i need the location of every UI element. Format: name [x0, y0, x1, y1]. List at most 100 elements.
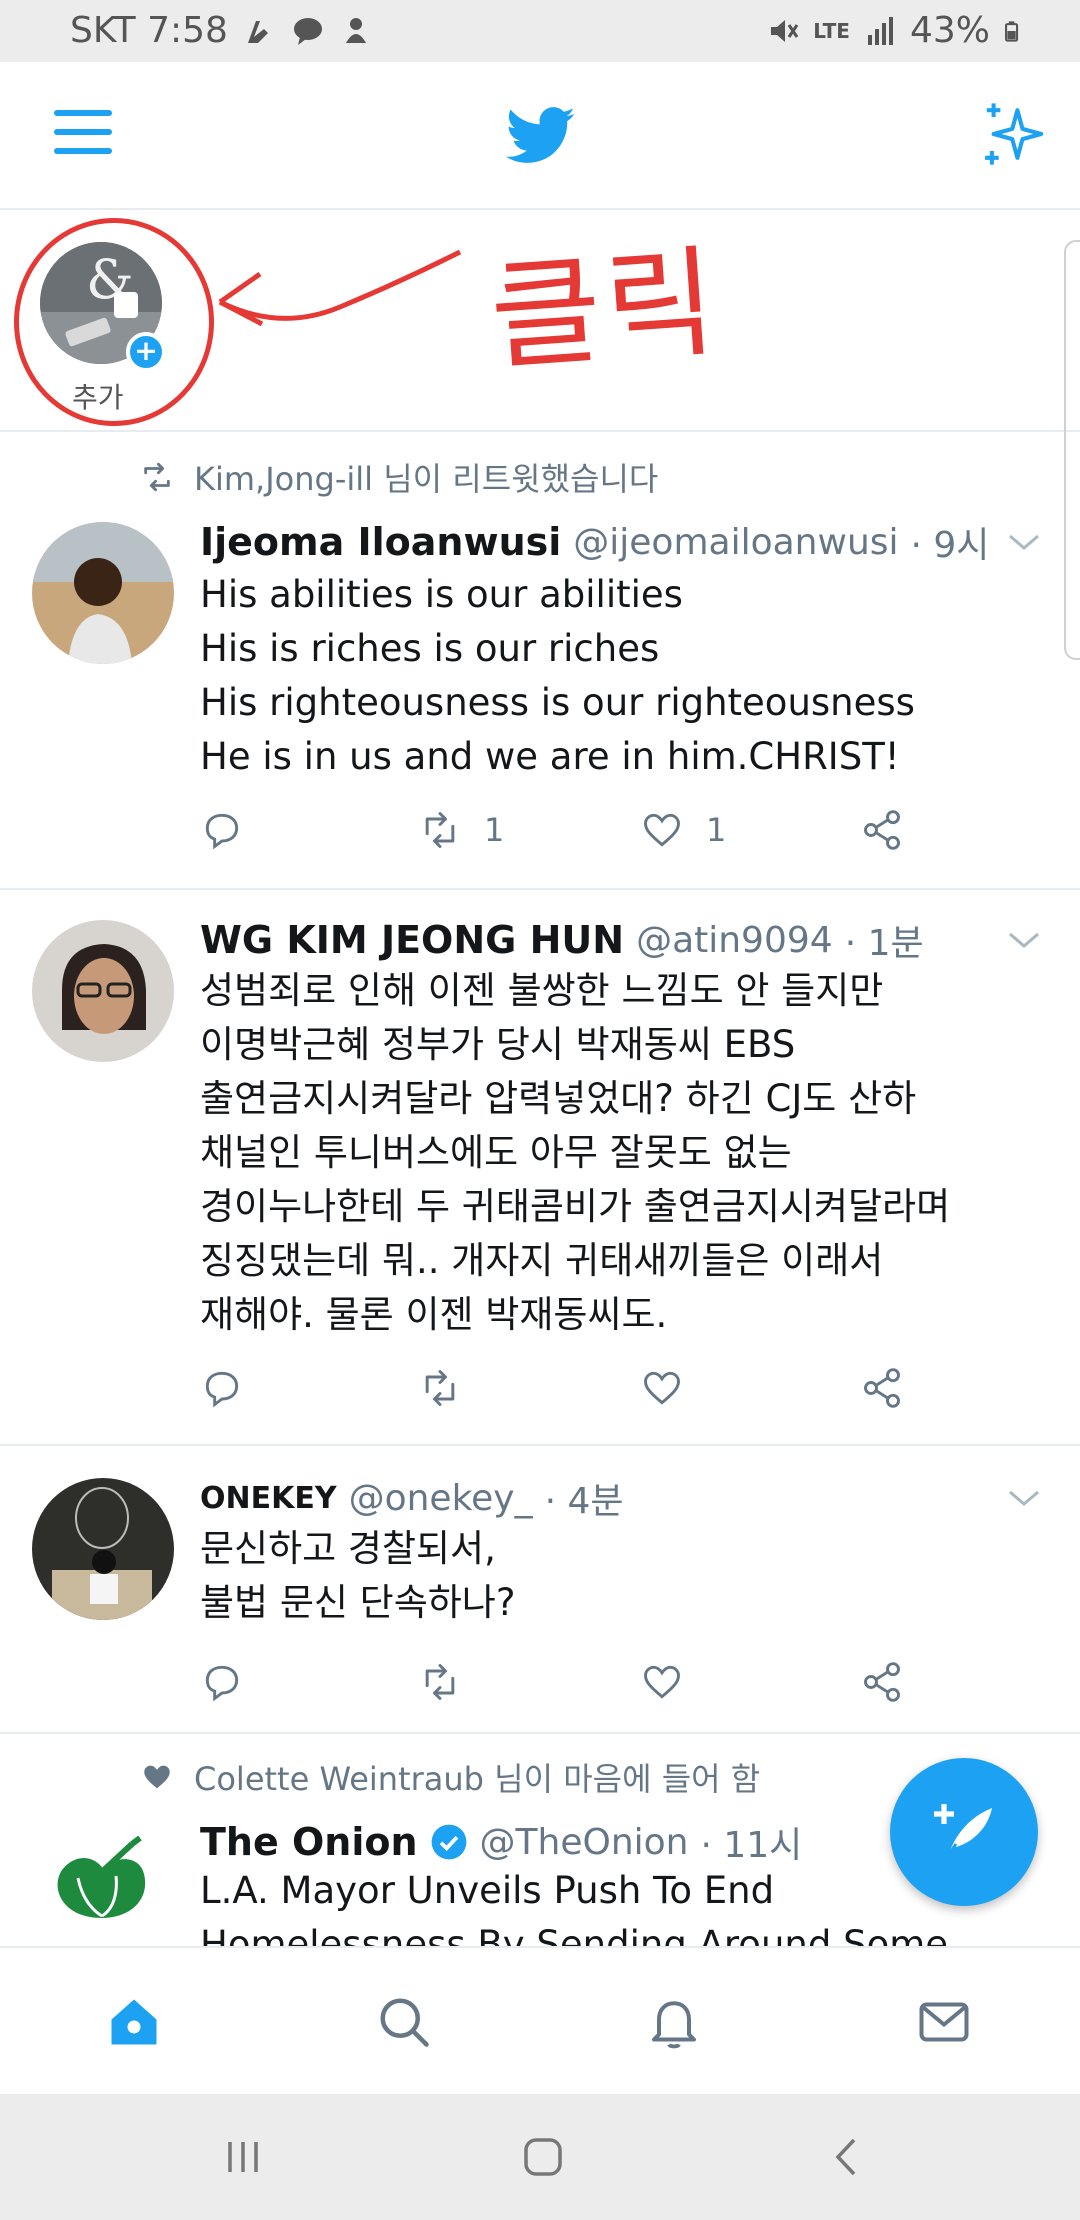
reply-button[interactable] [200, 1660, 244, 1704]
retweet-button[interactable] [418, 1660, 462, 1704]
social-context: Colette Weintraub 님이 마음에 들어 함 [140, 1754, 760, 1800]
tweet-header: ONEKEY @onekey_ · 4분 [200, 1472, 1040, 1524]
search-icon [380, 1998, 429, 2047]
avatar[interactable] [32, 1818, 174, 1946]
author-handle[interactable]: @onekey_ [349, 1478, 533, 1519]
heart-filled-icon [144, 1765, 170, 1789]
tweet-line: 불법 문신 단속하나? [200, 1581, 516, 1624]
compose-quill-icon [934, 1804, 992, 1859]
annotation-text: 클릭 [486, 233, 725, 388]
network-type: LTE [813, 18, 850, 43]
nav-messages[interactable] [914, 1992, 974, 2052]
mute-icon [771, 19, 799, 42]
notification-icon [247, 20, 268, 43]
twitter-logo-icon [506, 107, 575, 163]
like-count: 1 [706, 811, 727, 849]
retweet-count: 1 [484, 811, 505, 849]
tweet-line: 출연금지시켜달라 압력넣었대? 하긴 CJ도 산하 [200, 1077, 917, 1120]
author-handle[interactable]: @atin9094 [636, 920, 833, 961]
tweet-time: · 1분 [844, 923, 924, 964]
share-icon [864, 1368, 900, 1408]
heart-icon [644, 1665, 680, 1699]
avatar[interactable] [32, 920, 174, 1062]
verified-badge-icon [431, 1824, 466, 1860]
tweet-line: 채널인 투니버스에도 아무 잘못도 없는 [200, 1131, 792, 1174]
author-handle[interactable]: @ijeomailoanwusi [573, 522, 898, 563]
app-notification-icon [345, 17, 366, 43]
reply-icon [205, 813, 239, 850]
nav-home[interactable] [104, 1992, 164, 2052]
retweet-icon [425, 812, 455, 848]
social-context-text: Colette Weintraub 님이 마음에 들어 함 [194, 1760, 761, 1798]
compose-tweet-button[interactable] [890, 1758, 1038, 1906]
fleets-row: & + 추가 클릭 [0, 212, 1080, 432]
tweet-card[interactable]: ONEKEY @onekey_ · 4분 문신하고 경찰되서, 불법 문신 단속… [0, 1446, 1080, 1734]
tweet-time: · 11시 [700, 1825, 803, 1866]
social-context: Kim,Jong-ill 님이 리트윗했습니다 [140, 454, 658, 500]
share-button[interactable] [860, 1366, 904, 1410]
avatar[interactable] [32, 522, 174, 664]
tweet-line: He is in us and we are in him.CHRIST! [200, 735, 900, 778]
chevron-down-icon[interactable] [1004, 926, 1044, 954]
mail-icon [919, 2002, 969, 2042]
share-button[interactable] [860, 1660, 904, 1704]
like-button[interactable] [640, 1660, 684, 1704]
menu-icon[interactable] [54, 110, 112, 160]
like-button[interactable]: 1 [640, 808, 726, 852]
tweet-card[interactable]: WG KIM JEONG HUN @atin9094 · 1분 성범죄로 인해 … [0, 890, 1080, 1446]
author-name[interactable]: WG KIM JEONG HUN [200, 918, 624, 962]
sparkle-icon[interactable] [980, 100, 1048, 168]
reply-icon [205, 1665, 239, 1702]
tweet-card[interactable]: Kim,Jong-ill 님이 리트윗했습니다 Ijeoma Iloanwusi… [0, 434, 1080, 890]
avatar-image [32, 1478, 174, 1620]
avatar-image [32, 522, 174, 664]
tweet-line: 문신하고 경찰되서, [200, 1527, 496, 1570]
share-icon [864, 810, 900, 850]
chevron-down-icon[interactable] [1004, 528, 1044, 556]
status-bar: SKT 7:58 LTE 43% [0, 0, 1080, 62]
retweet-button[interactable]: 1 [418, 808, 504, 852]
share-button[interactable] [860, 808, 904, 852]
tweet-text: 성범죄로 인해 이젠 불쌍한 느낌도 안 들지만 이명박근혜 정부가 당시 박재… [200, 964, 1040, 1342]
share-icon [864, 1662, 900, 1702]
nav-notifications[interactable] [644, 1992, 704, 2052]
home-button-icon[interactable] [518, 2132, 568, 2182]
reply-button[interactable] [200, 808, 244, 852]
chevron-down-icon[interactable] [1004, 1484, 1044, 1512]
nav-search[interactable] [374, 1992, 434, 2052]
battery-percent: 43% [909, 10, 990, 51]
tweet-text: 문신하고 경찰되서, 불법 문신 단속하나? [200, 1522, 1040, 1630]
reply-button[interactable] [200, 1366, 244, 1410]
signal-icon [867, 16, 893, 45]
tweet-actions [200, 1366, 920, 1416]
retweet-icon [144, 462, 170, 492]
tweet-line: Homelessness By Sending Around Some [200, 1923, 949, 1946]
heart-icon [644, 1371, 680, 1405]
tweet-actions: 1 1 [200, 808, 920, 858]
tweet-header: Ijeoma Iloanwusi @ijeomailoanwusi · 9시 [200, 516, 1040, 568]
bell-icon [652, 2001, 696, 2049]
author-handle[interactable]: @TheOnion [480, 1822, 689, 1863]
home-icon [111, 1999, 157, 2045]
like-button[interactable] [640, 1366, 684, 1410]
tweet-actions [200, 1660, 920, 1710]
social-context-text: Kim,Jong-ill 님이 리트윗했습니다 [194, 460, 659, 498]
system-navigation-bar [0, 2094, 1080, 2220]
onion-logo-icon [32, 1818, 174, 1946]
author-name[interactable]: ONEKEY [200, 1481, 337, 1516]
tweet-line: 재해야. 물론 이젠 박재동씨도. [200, 1293, 668, 1336]
status-carrier-time: SKT 7:58 [70, 10, 228, 51]
tweet-line: His abilities is our abilities [200, 573, 683, 616]
retweet-icon [425, 1370, 455, 1406]
tweet-header: WG KIM JEONG HUN @atin9094 · 1분 [200, 914, 1040, 966]
recent-apps-icon[interactable] [218, 2132, 268, 2182]
back-icon[interactable] [822, 2132, 872, 2182]
avatar-image [32, 920, 174, 1062]
avatar[interactable] [32, 1478, 174, 1620]
heart-icon [644, 813, 680, 847]
author-name[interactable]: Ijeoma Iloanwusi [200, 520, 561, 564]
author-name[interactable]: The Onion [200, 1820, 418, 1864]
retweet-button[interactable] [418, 1366, 462, 1410]
tweet-line: 징징댔는데 뭐.. 개자지 귀태새끼들은 이래서 [200, 1239, 884, 1282]
top-app-bar [0, 62, 1080, 210]
